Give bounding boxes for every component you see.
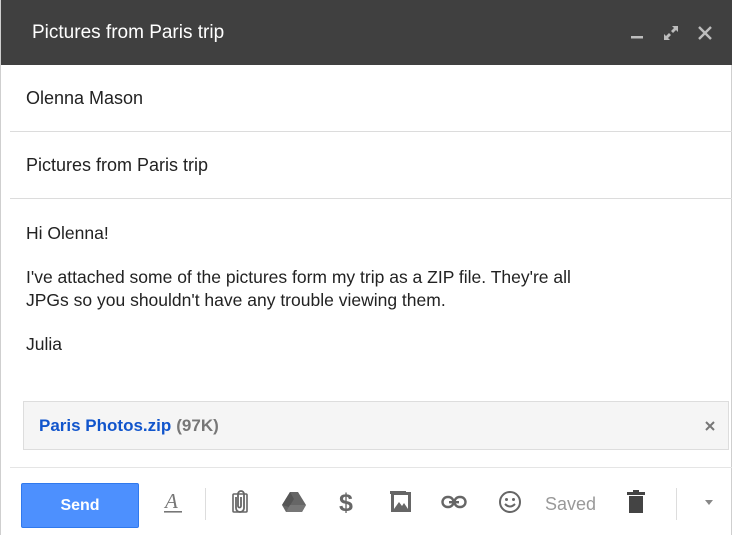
saved-status: Saved <box>545 494 597 514</box>
attachment-size: (97K) <box>176 415 219 435</box>
expand-icon <box>664 25 678 40</box>
more-options-icon <box>705 500 713 505</box>
attachment-name[interactable]: Paris Photos.zip <box>39 416 171 436</box>
close-icon <box>698 25 712 40</box>
insert-emoji-button[interactable] <box>493 485 527 519</box>
body-line-1: I've attached some of the pictures form … <box>26 267 571 287</box>
insert-photo-button[interactable] <box>385 485 417 519</box>
paperclip-icon <box>232 490 248 513</box>
svg-text:A: A <box>163 489 178 513</box>
send-money-button[interactable]: $ <box>333 485 361 519</box>
discard-draft-button[interactable] <box>621 485 651 519</box>
minimize-icon <box>631 35 643 38</box>
emoji-icon <box>499 491 521 513</box>
toolbar-separator <box>676 488 677 520</box>
formatting-button[interactable]: A <box>157 485 189 519</box>
body-greeting: Hi Olenna! <box>26 223 109 243</box>
attachment-chip: Paris Photos.zip (97K) <box>23 401 729 450</box>
subject-text: Pictures from Paris trip <box>26 154 209 175</box>
svg-text:$: $ <box>339 489 353 515</box>
insert-drive-button[interactable] <box>277 485 311 519</box>
trash-icon <box>627 490 645 513</box>
insert-link-button[interactable] <box>437 485 471 519</box>
more-options-button[interactable] <box>695 485 723 519</box>
expand-button[interactable] <box>654 13 688 53</box>
subject-field[interactable]: Pictures from Paris trip <box>10 132 732 199</box>
window-controls <box>620 13 722 53</box>
drive-icon <box>282 492 306 512</box>
body-signature: Julia <box>26 334 62 354</box>
compose-window: Pictures from Paris trip Olenna Mason Pi… <box>0 0 732 535</box>
photo-icon <box>390 491 411 512</box>
compose-titlebar[interactable]: Pictures from Paris trip <box>1 0 732 65</box>
dollar-icon: $ <box>339 489 353 515</box>
remove-attachment-button[interactable] <box>700 416 720 436</box>
minimize-button[interactable] <box>620 13 654 53</box>
recipients-field[interactable]: Olenna Mason <box>10 65 732 132</box>
attach-file-button[interactable] <box>225 485 255 519</box>
close-button[interactable] <box>688 13 722 53</box>
toolbar-separator <box>205 488 206 520</box>
body-line-2: JPGs so you shouldn't have any trouble v… <box>26 290 446 310</box>
recipient-name: Olenna Mason <box>26 87 144 108</box>
message-body[interactable]: Hi Olenna! I've attached some of the pic… <box>26 222 716 377</box>
send-button[interactable]: Send <box>21 483 139 528</box>
close-icon <box>705 421 715 431</box>
body-paragraph: I've attached some of the pictures form … <box>26 266 716 312</box>
compose-title: Pictures from Paris trip <box>32 21 225 43</box>
link-icon <box>441 495 467 509</box>
format-text-icon: A <box>163 489 182 513</box>
compose-toolbar: Send A $ Saved <box>1 468 732 535</box>
